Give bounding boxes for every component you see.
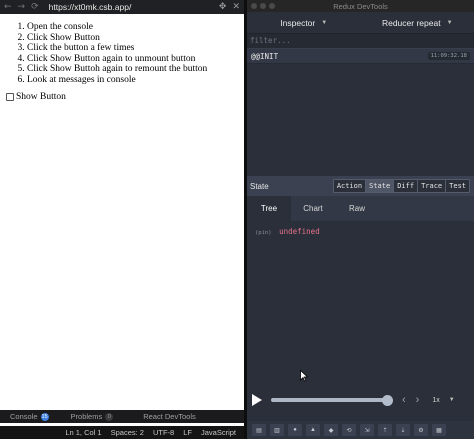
reducer-select-value: Reducer repeat — [381, 17, 441, 28]
play-icon[interactable] — [252, 394, 262, 406]
console-count-badge: 15 — [40, 412, 49, 421]
monitor-select-value: Inspector — [280, 17, 316, 28]
action-name: @@INIT — [251, 51, 279, 61]
inspector-icon[interactable]: ▤ — [252, 424, 266, 436]
split-icon[interactable]: ✥ — [219, 2, 227, 12]
tab-raw[interactable]: Raw — [335, 196, 379, 221]
show-button-label: Show Button — [16, 91, 66, 102]
slider-handle[interactable] — [382, 394, 393, 406]
action-item[interactable]: @@INIT 11:09:32.18 — [247, 49, 474, 64]
instruction-step: Open the console — [27, 22, 238, 33]
action-timestamp: 11:09:32.18 — [427, 52, 470, 60]
cursor-position[interactable]: Ln 1, Col 1 — [65, 428, 101, 437]
devtools-button-bar: ▤ ▥ ● ▲ ◆ ⟲ ⇲ ⇡ ⇣ ⚙ ▦ — [247, 421, 474, 439]
time-travel-slider: ‹ › 1x ▼ — [247, 387, 474, 413]
settings-icon[interactable]: ▦ — [432, 424, 446, 436]
state-tab-group: Action State Diff Trace Test — [332, 179, 470, 193]
forward-icon[interactable]: → — [18, 2, 26, 12]
instruction-step: Click the button a few times — [27, 43, 238, 54]
reload-icon[interactable]: ⟳ — [31, 2, 39, 12]
mouse-cursor-icon — [300, 370, 308, 382]
pause-icon[interactable]: ⟲ — [342, 424, 356, 436]
tab-tree[interactable]: Tree — [247, 196, 291, 221]
state-tree: (pin) undefined — [247, 221, 474, 384]
indent-setting[interactable]: Spaces: 2 — [111, 428, 144, 437]
page-content: Open the console Click Show Button Click… — [0, 14, 244, 410]
tab-test[interactable]: Test — [445, 180, 469, 192]
record-icon[interactable]: ● — [288, 424, 302, 436]
chevron-down-icon: ▼ — [321, 19, 328, 26]
instruction-list: Open the console Click Show Button Click… — [6, 22, 238, 86]
action-list: @@INIT 11:09:32.18 — [247, 49, 474, 176]
state-root-row: (pin) undefined — [255, 227, 466, 236]
tab-action[interactable]: Action — [333, 180, 366, 192]
chevron-down-icon: ▼ — [446, 19, 453, 26]
tab-console[interactable]: Console 15 — [0, 412, 49, 421]
encoding[interactable]: UTF-8 — [153, 428, 174, 437]
speed-select[interactable]: 1x ▼ — [432, 397, 454, 404]
browser-pane: ← → ⟳ https://xt0mk.csb.app/ ✥ ✕ Open th… — [0, 0, 244, 439]
browser-toolbar: ← → ⟳ https://xt0mk.csb.app/ ✥ ✕ — [0, 0, 244, 14]
tab-diff[interactable]: Diff — [393, 180, 418, 192]
problems-count-badge: 0 — [105, 412, 114, 421]
tab-chart[interactable]: Chart — [291, 196, 335, 221]
line-ending[interactable]: LF — [183, 428, 192, 437]
step-controls: ‹ › — [402, 394, 419, 406]
panel-icon[interactable]: ▥ — [270, 424, 284, 436]
redux-devtools-window: Redux DevTools Inspector ▼ Reducer repea… — [247, 0, 474, 439]
state-root-label: (pin) — [255, 230, 272, 236]
state-header: State Action State Diff Trace Test — [247, 176, 474, 196]
step-forward-icon[interactable]: › — [416, 394, 420, 406]
speed-value: 1x — [432, 396, 440, 404]
reducer-select[interactable]: Reducer repeat ▼ — [361, 18, 474, 28]
tab-problems[interactable]: Problems 0 — [49, 412, 114, 421]
url-bar[interactable]: https://xt0mk.csb.app/ — [49, 2, 213, 12]
instruction-step: Click Show Buttoh again to remount the b… — [27, 64, 238, 75]
window-controls[interactable] — [251, 3, 275, 9]
show-button-checkbox[interactable] — [6, 93, 14, 102]
remote-icon[interactable]: ⚙ — [414, 424, 428, 436]
devtools-tab-strip: Console 15 Problems 0 React DevTools — [0, 410, 244, 423]
tab-react-devtools[interactable]: React DevTools — [113, 412, 196, 421]
language-mode[interactable]: JavaScript — [201, 428, 236, 437]
tab-state[interactable]: State — [365, 180, 394, 192]
tab-trace[interactable]: Trace — [417, 180, 446, 192]
show-button-toggle[interactable]: Show Button — [6, 92, 238, 103]
window-title: Redux DevTools — [333, 1, 388, 11]
slider-track[interactable] — [271, 394, 393, 406]
dispatch-icon[interactable]: ⇲ — [360, 424, 374, 436]
back-icon[interactable]: ← — [4, 2, 12, 12]
close-icon[interactable]: ✕ — [232, 2, 240, 12]
tab-console-label: Console — [10, 412, 38, 421]
tab-react-devtools-label: React DevTools — [143, 412, 196, 421]
state-value: undefined — [279, 227, 320, 236]
step-back-icon[interactable]: ‹ — [402, 394, 406, 406]
persist-icon[interactable]: ◆ — [324, 424, 338, 436]
monitor-select[interactable]: Inspector ▼ — [247, 18, 361, 28]
view-tabs: Tree Chart Raw — [247, 196, 474, 221]
instruction-step: Look at messages in console — [27, 75, 238, 86]
editor-status-bar: Ln 1, Col 1 Spaces: 2 UTF-8 LF JavaScrip… — [0, 426, 244, 439]
tab-problems-label: Problems — [70, 412, 103, 421]
chevron-down-icon: ▼ — [448, 397, 455, 403]
instruction-step: Click Show Button — [27, 33, 238, 44]
export-icon[interactable]: ⇣ — [396, 424, 410, 436]
state-title: State — [250, 181, 269, 191]
instruction-step: Click Show Button again to unmount butto… — [27, 54, 238, 65]
lock-icon[interactable]: ▲ — [306, 424, 320, 436]
action-filter-input[interactable]: filter... — [247, 34, 474, 49]
window-titlebar: Redux DevTools — [247, 0, 474, 12]
monitor-toolbar: Inspector ▼ Reducer repeat ▼ — [247, 12, 474, 34]
import-icon[interactable]: ⇡ — [378, 424, 392, 436]
